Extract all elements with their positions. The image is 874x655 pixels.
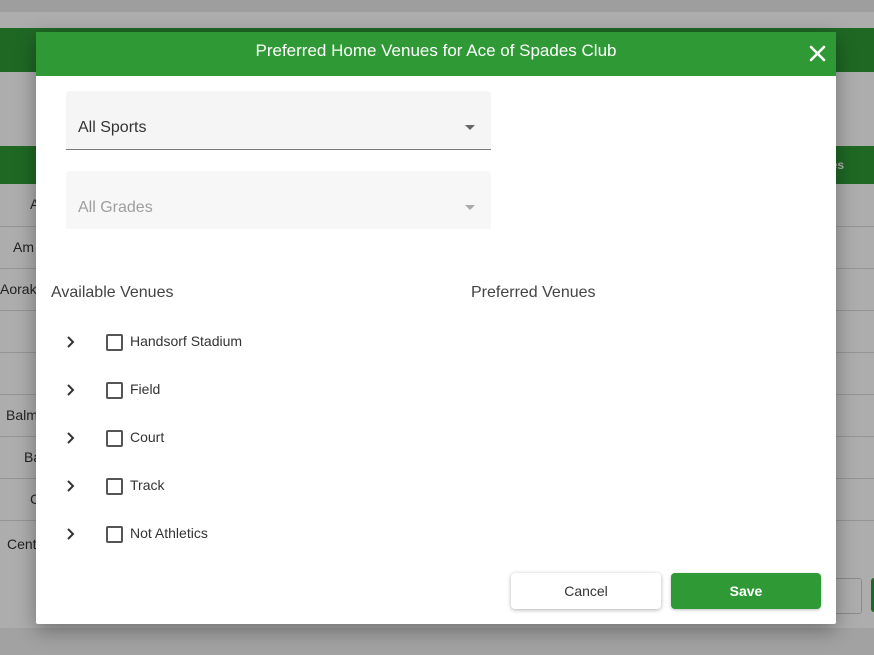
sport-select-value: All Sports bbox=[78, 119, 147, 136]
venue-checkbox[interactable] bbox=[106, 526, 123, 543]
preferred-venues-label: Preferred Venues bbox=[471, 284, 596, 301]
close-button[interactable] bbox=[808, 42, 828, 64]
venue-checkbox[interactable] bbox=[106, 478, 123, 495]
venue-label: Handsorf Stadium bbox=[130, 333, 243, 349]
dialog-title: Preferred Home Venues for Ace of Spades … bbox=[255, 41, 617, 60]
chevron-right-icon[interactable] bbox=[64, 382, 78, 398]
venue-checkbox[interactable] bbox=[106, 430, 123, 447]
chevron-right-icon[interactable] bbox=[64, 478, 78, 494]
venue-label: Track bbox=[130, 477, 165, 493]
available-venues-label: Available Venues bbox=[51, 284, 174, 301]
venue-checkbox[interactable] bbox=[106, 382, 123, 399]
dropdown-arrow-icon bbox=[465, 205, 475, 210]
grade-select-value: All Grades bbox=[78, 199, 153, 216]
venue-label: Field bbox=[130, 381, 161, 397]
sport-select[interactable]: All Sports bbox=[66, 91, 491, 150]
chevron-right-icon[interactable] bbox=[64, 430, 78, 446]
venue-item: Handsorf Stadium bbox=[56, 327, 356, 357]
preferred-venues-dialog: Preferred Home Venues for Ace of Spades … bbox=[36, 32, 836, 624]
cancel-button[interactable]: Cancel bbox=[511, 573, 661, 609]
chevron-right-icon[interactable] bbox=[64, 334, 78, 350]
venue-checkbox[interactable] bbox=[106, 334, 123, 351]
dialog-header: Preferred Home Venues for Ace of Spades … bbox=[36, 32, 836, 76]
venue-label: Not Athletics bbox=[130, 525, 208, 541]
venue-item: Field bbox=[56, 375, 356, 405]
dropdown-arrow-icon bbox=[465, 125, 475, 130]
venue-item: Court bbox=[56, 423, 356, 453]
venue-item: Not Athletics bbox=[56, 519, 356, 549]
save-button[interactable]: Save bbox=[671, 573, 821, 609]
chevron-right-icon[interactable] bbox=[64, 526, 78, 542]
grade-select: All Grades bbox=[66, 171, 491, 229]
venue-label: Court bbox=[130, 429, 165, 445]
close-icon bbox=[809, 45, 826, 62]
venue-item: Track bbox=[56, 471, 356, 501]
